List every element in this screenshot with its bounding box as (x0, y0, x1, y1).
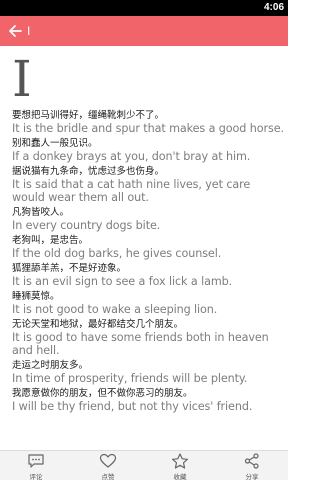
list-item: 睡狮莫惊。 It is not good to wake a sleeping l… (12, 290, 284, 316)
app-bar: I (0, 16, 288, 46)
share-icon (244, 453, 259, 469)
like-button[interactable]: 点赞 (72, 451, 144, 480)
star-icon (172, 453, 188, 469)
proverb-chinese: 无论天堂和地狱，最好都结交几个朋友。 (12, 319, 184, 330)
proverb-list: 要想把马训得好，缰绳靴刺少不了。 It is the bridle and spu… (12, 109, 284, 415)
status-time: 4:06 (263, 2, 284, 13)
proverb-chinese: 别和蠢人一般见识。 (12, 138, 98, 149)
favorite-label: 收藏 (173, 473, 187, 480)
proverb-chinese: 要想把马训得好，缰绳靴刺少不了。 (12, 110, 165, 121)
favorite-button[interactable]: 收藏 (144, 451, 216, 480)
proverb-list-container[interactable]: I 要想把马训得好，缰绳靴刺少不了。 It is the bridle and s… (0, 46, 288, 450)
proverb-english: In time of prosperity, friends will be p… (12, 372, 248, 385)
comment-label: 评论 (29, 473, 43, 480)
proverb-english: It is good to have some friends both in … (12, 331, 269, 357)
list-item: 别和蠢人一般见识。 If a donkey brays at you, don't… (12, 137, 284, 163)
list-item: 无论天堂和地狱，最好都结交几个朋友。 It is good to have som… (12, 318, 284, 357)
proverb-chinese: 睡狮莫惊。 (12, 291, 60, 302)
status-bar: 4:06 (0, 0, 288, 16)
list-item: 我愿意做你的朋友，但不做你恶习的朋友。 I will be thy friend,… (12, 387, 284, 413)
proverb-english: If a donkey brays at you, don't bray at … (12, 150, 251, 163)
share-label: 分享 (245, 473, 259, 480)
list-item: 据说猫有九条命，忧虑过多也伤身。 It is said that a cat ha… (12, 165, 284, 204)
arrow-left-icon[interactable] (6, 21, 24, 41)
proverb-chinese: 我愿意做你的朋友，但不做你恶习的朋友。 (12, 388, 193, 399)
list-item: 狐狸舔羊羔，不是好迹象。 It is an evil sign to see a … (12, 262, 284, 288)
page-title: I (27, 24, 31, 38)
like-label: 点赞 (101, 473, 115, 480)
comment-icon (28, 454, 44, 468)
proverb-english: It is an evil sign to see a fox lick a l… (12, 275, 233, 288)
bottom-toolbar: 评论 点赞 收藏 分享 (0, 450, 288, 480)
proverb-english: If the old dog barks, he gives counsel. (12, 247, 222, 260)
proverb-chinese: 走运之时朋友多。 (12, 360, 89, 371)
list-item: 要想把马训得好，缰绳靴刺少不了。 It is the bridle and spu… (12, 109, 284, 135)
share-button[interactable]: 分享 (216, 451, 288, 480)
section-letter: I (12, 50, 32, 108)
proverb-chinese: 狐狸舔羊羔，不是好迹象。 (12, 263, 127, 274)
proverb-chinese: 老狗叫，是忠告。 (12, 235, 89, 246)
proverb-english: In every country dogs bite. (12, 219, 161, 232)
proverb-english: It is the bridle and spur that makes a g… (12, 122, 284, 135)
list-item: 凡狗皆咬人。 In every country dogs bite. (12, 206, 284, 232)
proverb-chinese: 据说猫有九条命，忧虑过多也伤身。 (12, 166, 165, 177)
list-item: 走运之时朋友多。 In time of prosperity, friends w… (12, 359, 284, 385)
proverb-english: It is said that a cat hath nine lives, y… (12, 178, 251, 204)
list-item: 老狗叫，是忠告。 If the old dog barks, he gives c… (12, 234, 284, 260)
proverb-chinese: 凡狗皆咬人。 (12, 207, 70, 218)
proverb-english: I will be thy friend, but not thy vices'… (12, 400, 253, 413)
proverb-english: It is not good to wake a sleeping lion. (12, 303, 218, 316)
comment-button[interactable]: 评论 (0, 451, 72, 480)
heart-icon (99, 453, 117, 468)
